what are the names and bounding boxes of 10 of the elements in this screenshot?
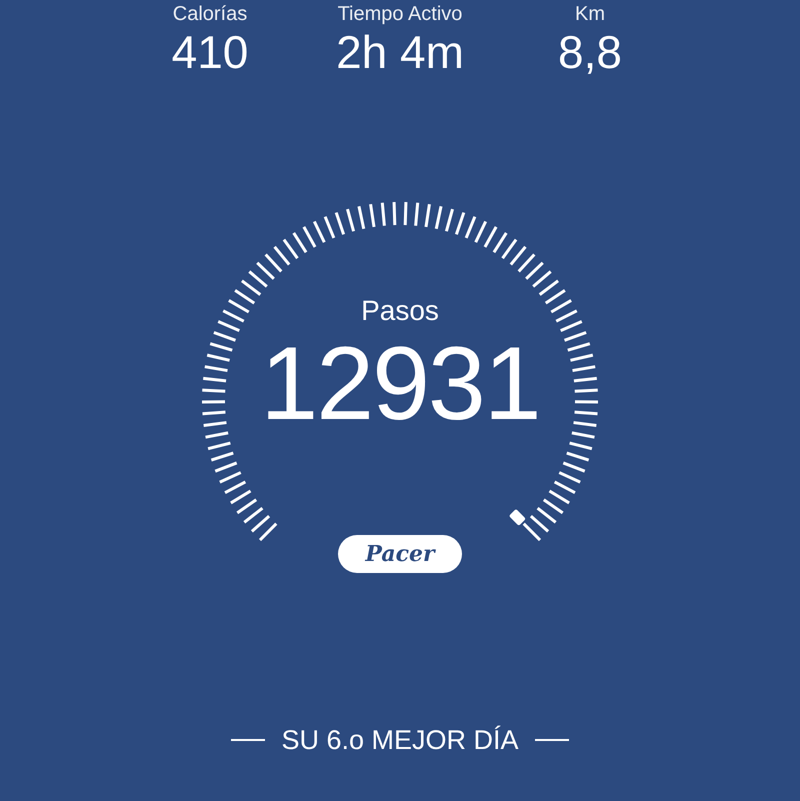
stat-label: Km — [575, 2, 605, 26]
stat-label: Tiempo Activo — [338, 2, 462, 26]
steps-count: 12931 — [260, 328, 540, 440]
best-day-rank: SU 6.o MEJOR DÍA — [281, 724, 519, 756]
stat-value: 410 — [172, 26, 248, 78]
app-logo: Pacer — [338, 535, 462, 573]
stat-value: 2h 4m — [336, 26, 464, 78]
steps-label: Pasos — [361, 294, 439, 328]
stat-value: 8,8 — [558, 26, 622, 78]
stat-label: Calorías — [172, 2, 248, 26]
